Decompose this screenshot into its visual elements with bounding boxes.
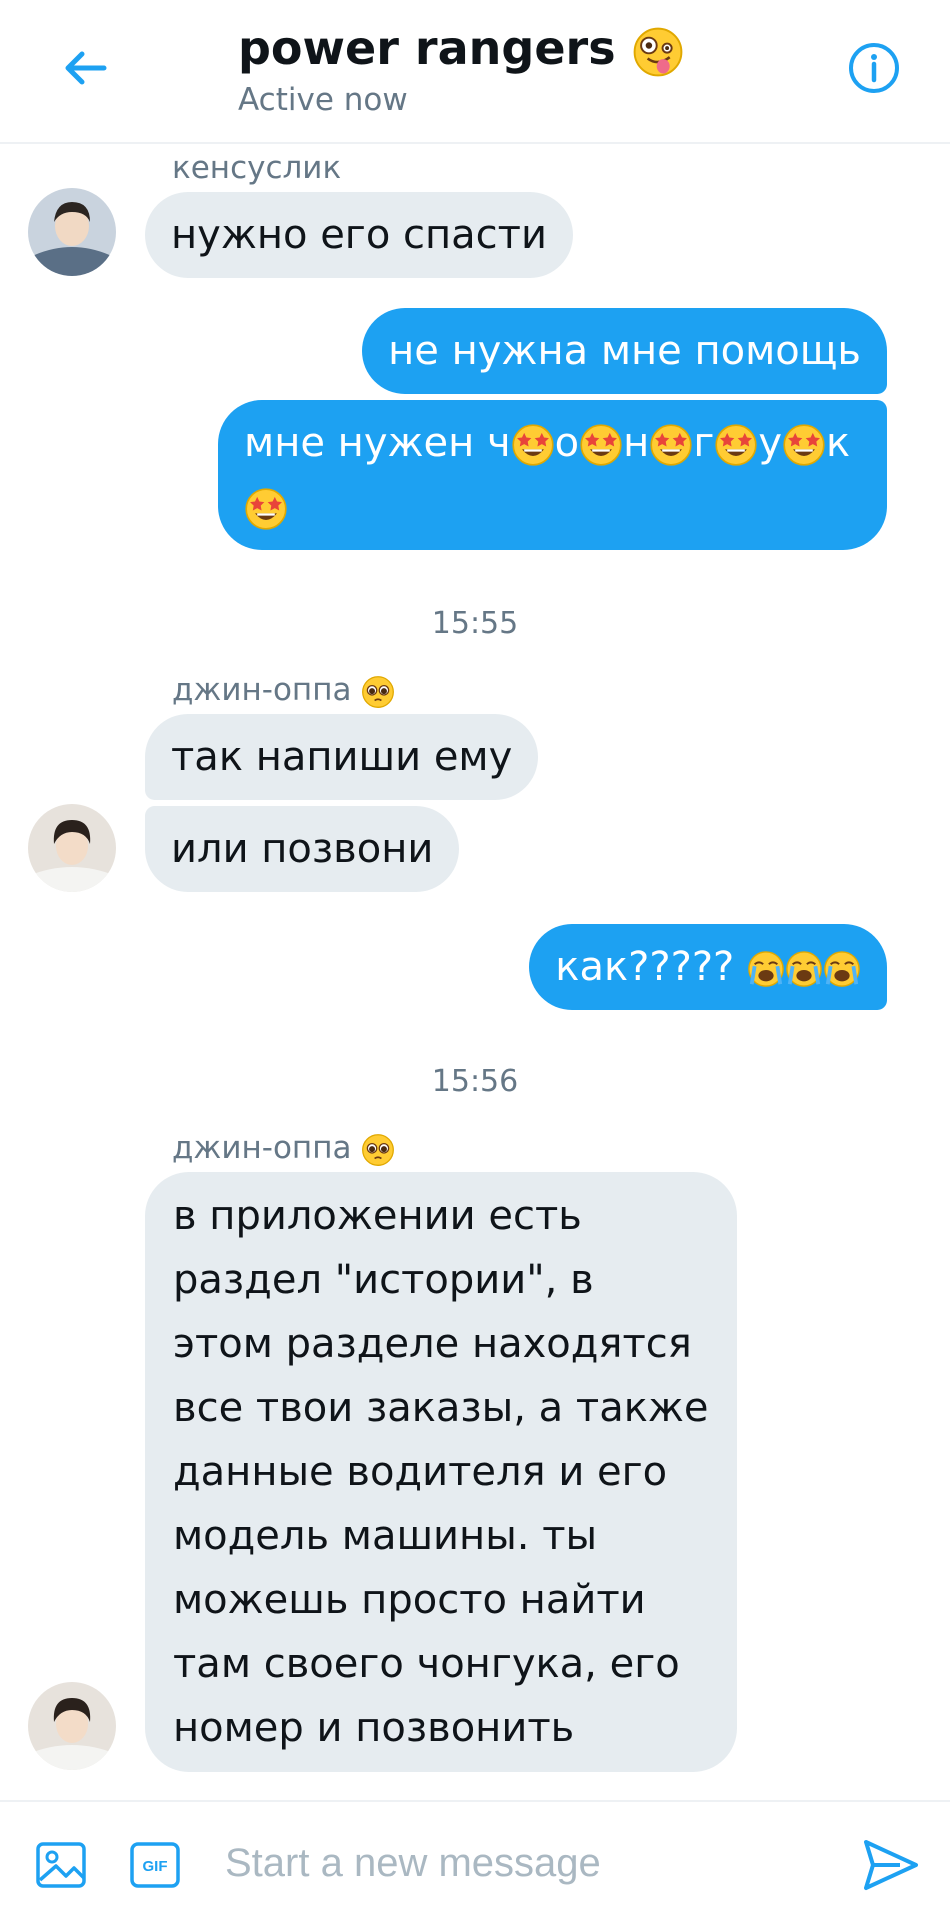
- loudly-crying-face-icon: [785, 950, 823, 988]
- message-bubble[interactable]: в приложении есть раздел "истории", в эт…: [145, 1172, 737, 1772]
- message-line: раздел "истории", в: [173, 1257, 594, 1303]
- conversation-status: Active now: [238, 81, 408, 118]
- zany-face-icon: [632, 26, 683, 77]
- sender-name: кенсуслик: [172, 150, 342, 186]
- conversation-title-area[interactable]: power rangers Active now: [238, 20, 684, 120]
- message-text: мне нужен чонгук: [244, 420, 850, 530]
- avatar[interactable]: [28, 804, 116, 892]
- message-text: или позвони: [171, 826, 434, 872]
- conversation-title-text: power rangers: [238, 21, 616, 75]
- message-bubble[interactable]: как?????: [529, 924, 887, 1010]
- info-icon[interactable]: [846, 40, 902, 96]
- message-text: не нужна мне помощь: [388, 328, 861, 374]
- message-text: нужно его спасти: [171, 212, 547, 258]
- message-text: как?????: [555, 944, 735, 990]
- conversation-title: power rangers: [238, 20, 684, 78]
- sender-name-text: джин-оппа: [172, 672, 352, 708]
- message-bubble[interactable]: так напиши ему: [145, 714, 539, 800]
- timestamp: 15:55: [431, 606, 519, 641]
- avatar[interactable]: [28, 188, 116, 276]
- message-line: там своего чонгука, его: [173, 1641, 680, 1687]
- message-line: этом разделе находятся: [173, 1321, 692, 1367]
- loudly-crying-face-icon: [823, 950, 861, 988]
- sender-name-text: джин-оппа: [172, 1130, 352, 1166]
- send-icon[interactable]: [860, 1834, 922, 1896]
- message-bubble[interactable]: мне нужен чонгук: [218, 400, 887, 550]
- star-struck-icon: [511, 424, 554, 466]
- message-text: так напиши ему: [171, 734, 513, 780]
- message-line: данные водителя и его: [173, 1449, 668, 1495]
- message-line: в приложении есть: [173, 1193, 582, 1239]
- pleading-face-icon: [362, 1133, 395, 1166]
- star-struck-icon: [245, 488, 287, 530]
- gif-icon[interactable]: GIF: [128, 1838, 182, 1892]
- message-line: можешь просто найти: [173, 1577, 646, 1623]
- gif-label: GIF: [143, 1858, 168, 1875]
- message-bubble[interactable]: или позвони: [145, 806, 460, 892]
- message-line: модель машины. ты: [173, 1513, 598, 1559]
- message-composer: GIF: [0, 1800, 950, 1920]
- sender-name: джин-оппа: [172, 1128, 395, 1168]
- pleading-face-icon: [362, 675, 395, 708]
- star-struck-icon: [715, 424, 758, 466]
- message-line: номер и позвонить: [173, 1705, 575, 1751]
- message-line: все твои заказы, а также: [173, 1385, 709, 1431]
- image-icon[interactable]: [34, 1838, 88, 1892]
- message-bubble[interactable]: не нужна мне помощь: [362, 308, 887, 394]
- message-input[interactable]: [225, 1830, 815, 1896]
- star-struck-icon: [783, 424, 825, 466]
- star-struck-icon: [580, 424, 623, 466]
- timestamp: 15:56: [431, 1064, 519, 1099]
- chat-header: power rangers Active now: [0, 0, 950, 144]
- sender-name: джин-оппа: [172, 670, 395, 710]
- message-bubble[interactable]: нужно его спасти: [145, 192, 573, 278]
- star-struck-icon: [650, 424, 693, 466]
- loudly-crying-face-icon: [747, 950, 785, 988]
- back-arrow-icon[interactable]: [58, 40, 114, 96]
- avatar[interactable]: [28, 1682, 116, 1770]
